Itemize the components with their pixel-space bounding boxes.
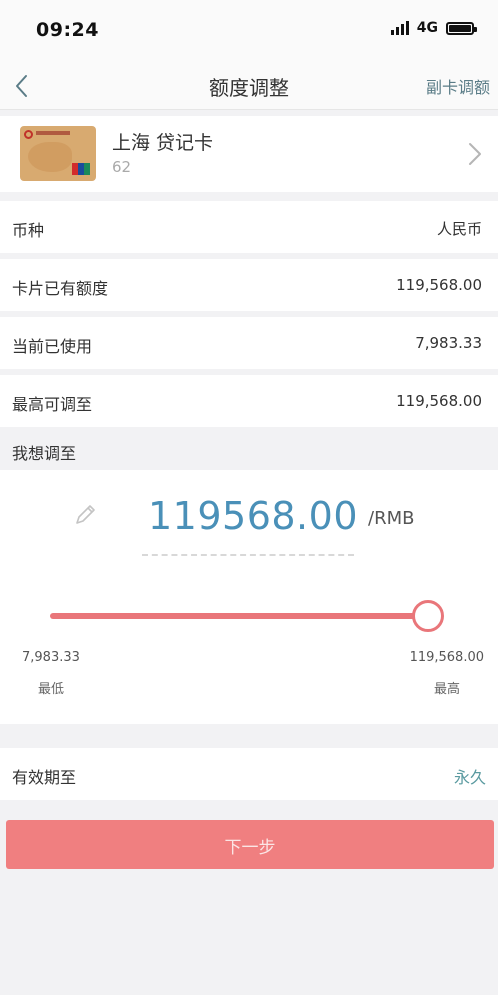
currency-row: 币种 人民币	[0, 201, 498, 253]
slider-max-value: 119,568.00	[409, 650, 484, 665]
expiry-row[interactable]: 有效期至 永久	[0, 748, 498, 800]
battery-icon	[446, 21, 477, 35]
signal-icon	[390, 21, 411, 35]
page-title: 额度调整	[209, 76, 289, 100]
expiry-label: 有效期至	[12, 768, 77, 787]
card-selector[interactable]: 上海 贷记卡 62	[0, 116, 498, 296]
limit-slider-handle[interactable]	[412, 600, 444, 632]
status-indicators: 4G	[390, 20, 477, 36]
nav-bar: 额度调整 副卡调额	[0, 60, 498, 110]
card-thumbnail-icon	[20, 126, 96, 181]
status-bar: 09:24 4G	[0, 0, 498, 60]
amount-underline	[142, 554, 354, 556]
used-amount-row: 当前已使用 7,983.33	[0, 317, 498, 369]
currency-unit: /RMB	[368, 508, 415, 529]
card-number: 62	[112, 158, 132, 176]
next-step-label: 下一步	[224, 838, 276, 858]
used-amount-label: 当前已使用	[12, 337, 93, 356]
existing-limit-value: 119,568.00	[396, 276, 482, 294]
expiry-value[interactable]: 永久	[454, 764, 486, 788]
supplementary-card-adjust-link[interactable]: 副卡调额	[426, 74, 490, 98]
limit-slider-track[interactable]	[50, 613, 428, 619]
card-name: 上海 贷记卡	[112, 132, 214, 154]
chevron-right-icon	[469, 143, 481, 165]
pencil-icon[interactable]	[72, 502, 98, 528]
target-amount-input[interactable]: 119568.00	[148, 494, 358, 538]
max-adjustable-value: 119,568.00	[396, 392, 482, 410]
next-step-button[interactable]: 下一步	[6, 820, 494, 869]
slider-max-caption: 最高	[434, 682, 461, 697]
max-adjustable-label: 最高可调至	[12, 395, 93, 414]
status-time: 09:24	[36, 19, 99, 41]
existing-limit-label: 卡片已有额度	[12, 279, 109, 298]
existing-limit-row: 卡片已有额度 119,568.00	[0, 259, 498, 311]
slider-min-value: 7,983.33	[22, 650, 80, 665]
slider-min-caption: 最低	[38, 682, 65, 697]
adjust-panel: 119568.00 /RMB 7,983.33 119,568.00 最低 最高	[0, 470, 498, 724]
network-type: 4G	[416, 20, 438, 36]
currency-value: 人民币	[436, 220, 482, 238]
adjust-section-title: 我想调至	[12, 444, 77, 463]
used-amount-value: 7,983.33	[415, 334, 482, 352]
currency-label: 币种	[12, 221, 45, 240]
max-adjustable-row: 最高可调至 119,568.00	[0, 375, 498, 427]
